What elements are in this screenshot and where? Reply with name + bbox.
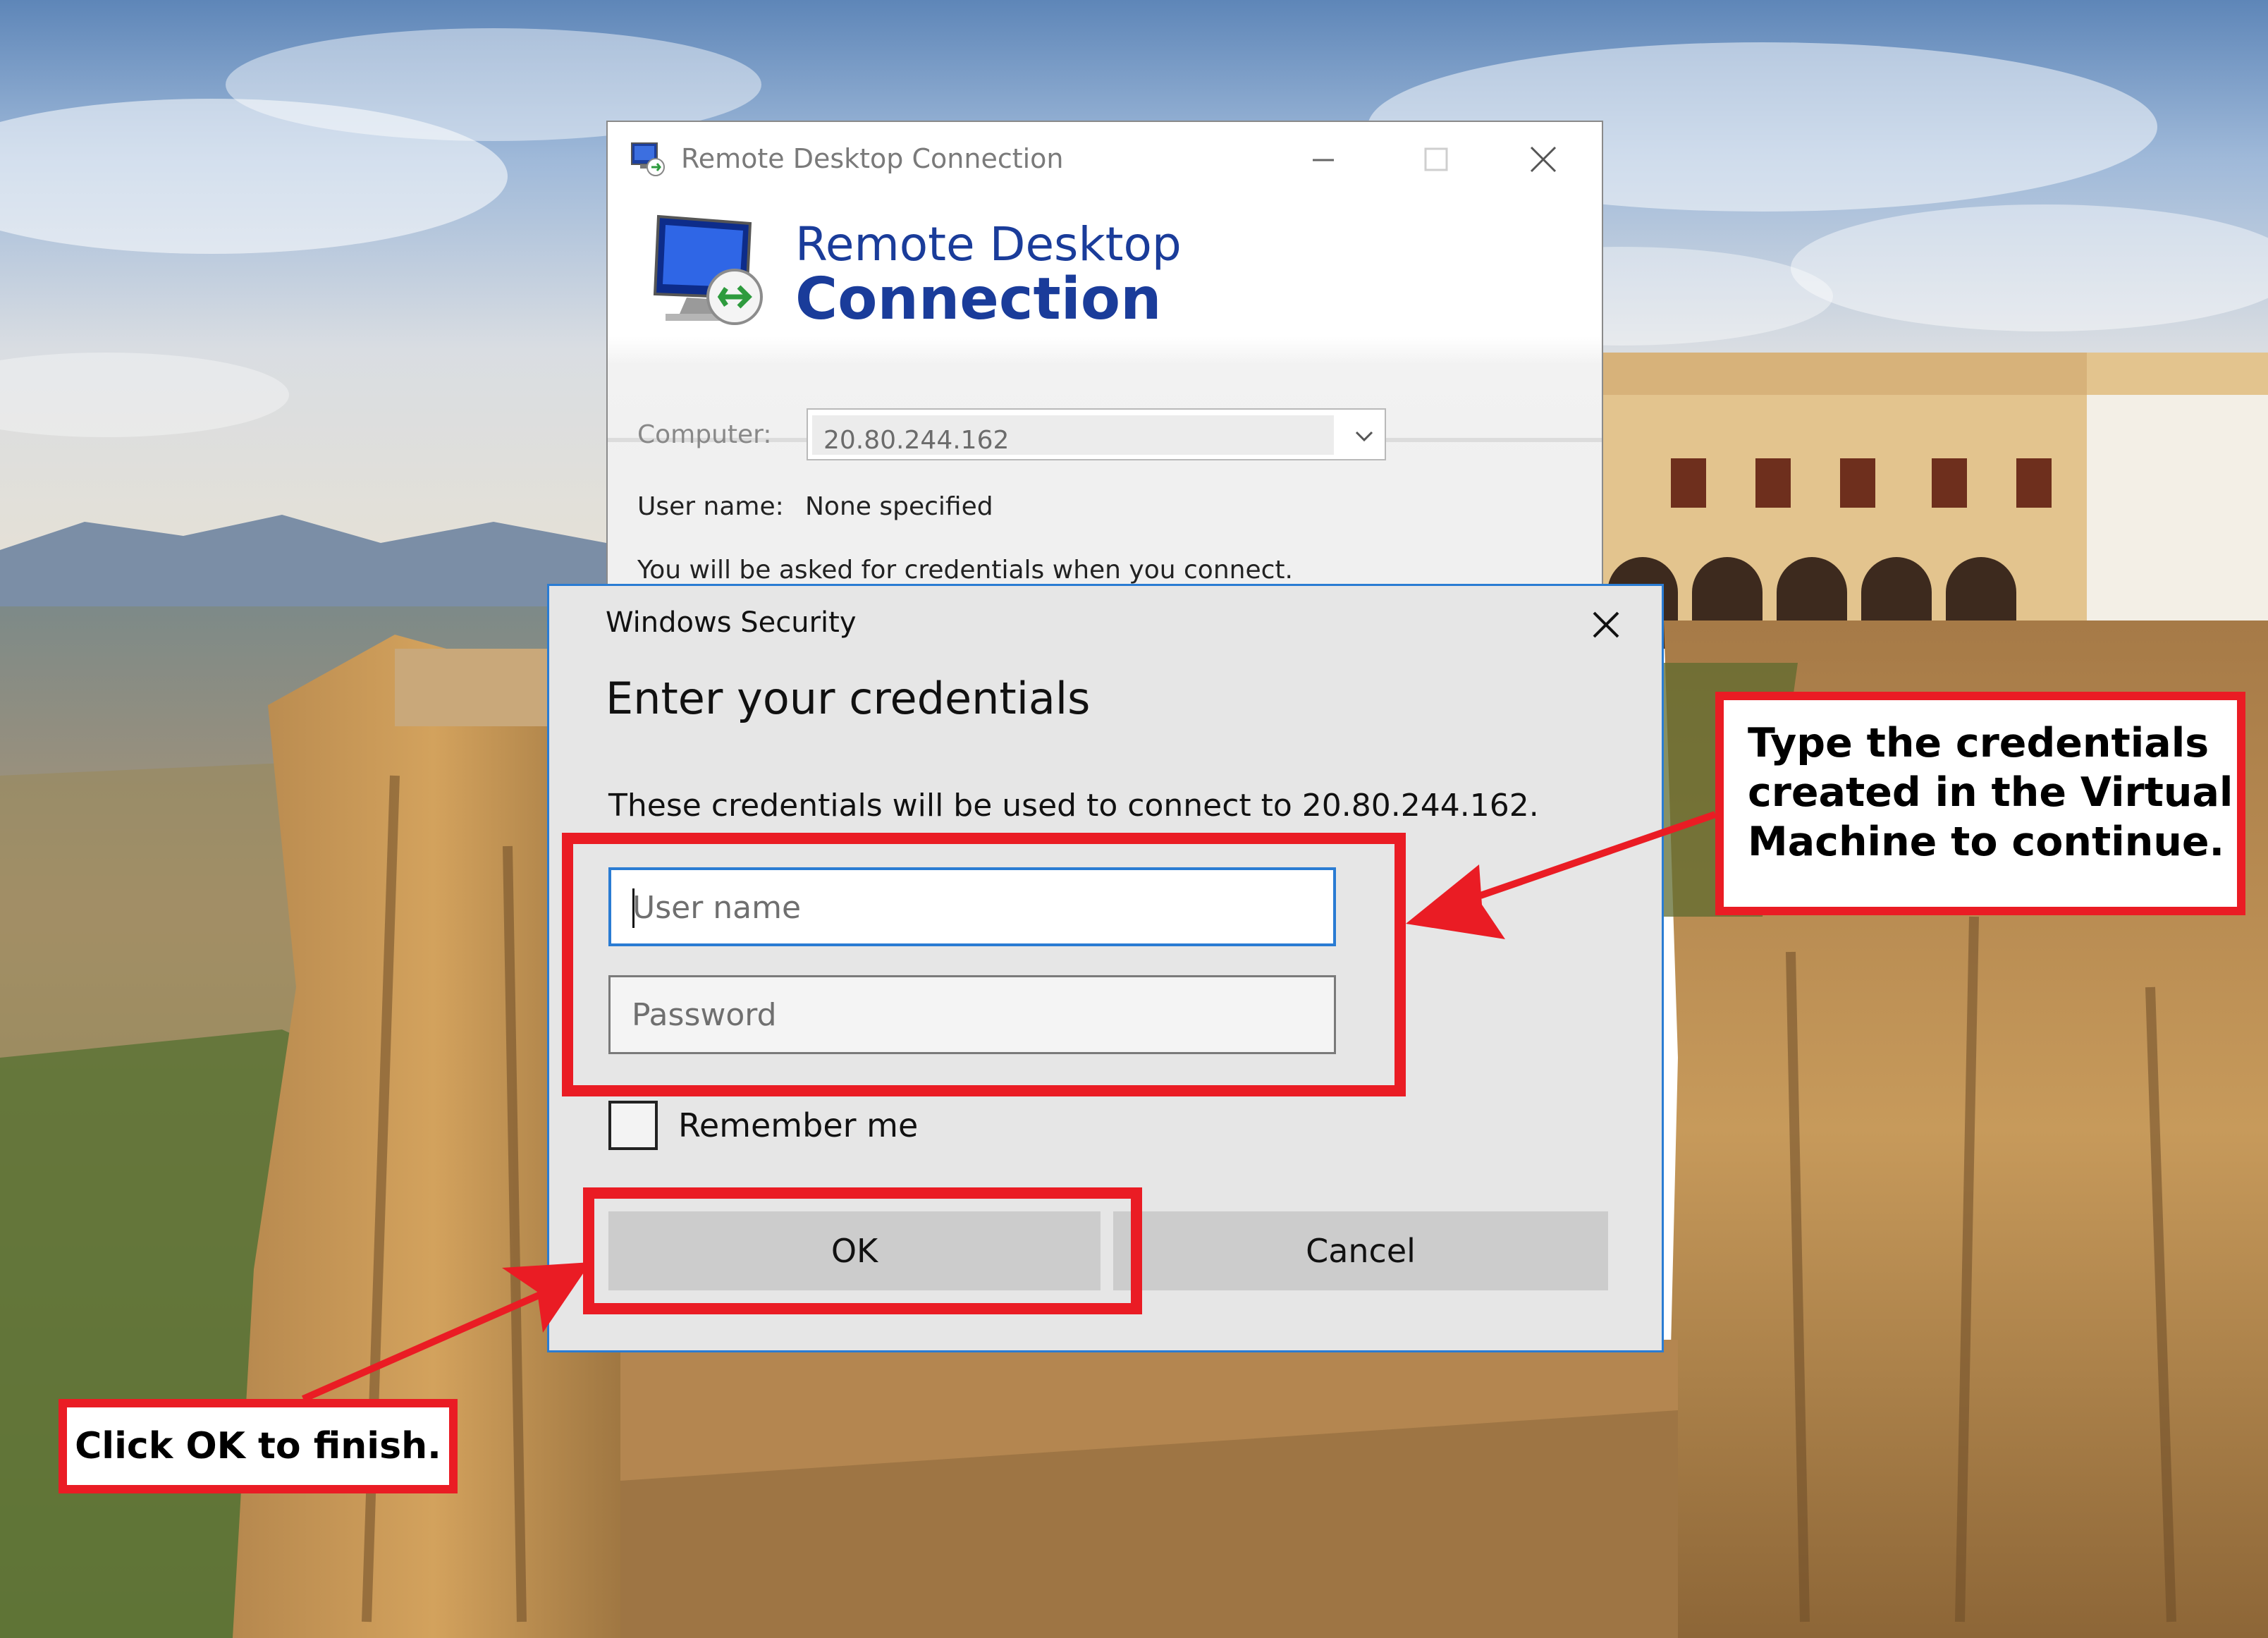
credentials-callout: Type the credentials created in the Virt… [1715, 692, 2245, 915]
close-icon[interactable] [1519, 135, 1568, 184]
remember-me-label[interactable]: Remember me [678, 1104, 918, 1147]
computer-value: 20.80.244.162 [823, 426, 1010, 455]
minimize-icon[interactable] [1299, 135, 1348, 184]
dialog-title: Windows Security [606, 606, 857, 639]
credentials-highlight-box [562, 833, 1406, 1096]
remote-desktop-icon [631, 142, 665, 176]
ok-highlight-box [583, 1187, 1142, 1314]
maximize-icon[interactable] [1411, 135, 1461, 184]
credentials-info-text: You will be asked for credentials when y… [637, 556, 1293, 585]
credentials-callout-line3: Machine to continue. [1748, 819, 2225, 865]
rdc-banner-title-line1: Remote Desktop [795, 217, 1182, 271]
remote-desktop-window: Remote Desktop Connection Remote Desktop… [606, 121, 1603, 586]
chevron-down-icon[interactable] [1351, 422, 1378, 449]
cancel-button[interactable]: Cancel [1113, 1211, 1608, 1290]
username-value: None specified [805, 492, 993, 521]
rdc-window-title: Remote Desktop Connection [681, 143, 1064, 174]
remember-me-checkbox[interactable] [608, 1101, 658, 1150]
rdc-titlebar: Remote Desktop Connection [608, 122, 1602, 195]
credentials-callout-line1: Type the credentials [1748, 720, 2209, 766]
monitor-connection-icon [653, 214, 763, 325]
computer-combobox[interactable]: 20.80.244.162 [807, 408, 1386, 460]
dialog-heading: Enter your credentials [606, 673, 1091, 724]
computer-field[interactable]: 20.80.244.162 [812, 415, 1334, 455]
computer-label: Computer: [637, 420, 772, 449]
ok-callout: Click OK to finish. [59, 1399, 458, 1493]
credentials-callout-line2: created in the Virtual [1748, 769, 2233, 816]
dialog-description: These credentials will be used to connec… [608, 788, 1539, 824]
rdc-banner-title-line2: Connection [795, 266, 1162, 333]
close-icon[interactable] [1583, 601, 1629, 648]
username-label: User name: [637, 492, 784, 521]
